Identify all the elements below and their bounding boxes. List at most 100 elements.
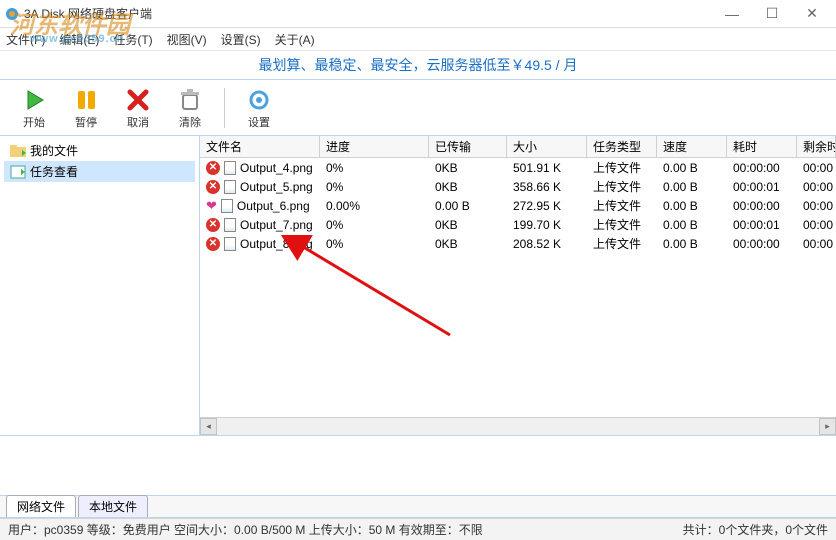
cell-time: 00:00:00 [727,199,797,213]
title-bar: 3A Disk 网络硬盘客户端 — ☐ ✕ [0,0,836,28]
menu-about[interactable]: 关于(A) [275,31,315,48]
folder-icon [10,143,26,159]
cell-speed: 0.00 B [657,218,727,232]
pause-button[interactable]: 暂停 [64,84,108,132]
cell-type: 上传文件 [587,159,657,176]
gear-icon [245,86,273,114]
col-time[interactable]: 耗时 [727,136,797,157]
cell-progress: 0% [320,180,429,194]
horizontal-scrollbar[interactable]: ◂ ▸ [200,417,836,435]
menu-edit[interactable]: 编辑(E) [59,31,99,48]
cell-time: 00:00:00 [727,161,797,175]
scroll-track[interactable] [217,418,819,435]
cell-speed: 0.00 B [657,180,727,194]
col-remain[interactable]: 剩余时 [797,136,836,157]
tab-local-files[interactable]: 本地文件 [78,495,148,517]
cell-remain: 00:00 [797,161,836,175]
trash-icon [176,86,204,114]
cell-transferred: 0KB [429,218,507,232]
menu-settings[interactable]: 设置(S) [221,31,261,48]
error-icon: ✕ [206,180,220,194]
menu-task[interactable]: 任务(T) [113,31,152,48]
status-left: 用户：pc0359 等级：免费用户 空间大小：0.00 B/500 M 上传大小… [8,521,483,538]
scroll-left-button[interactable]: ◂ [200,418,217,435]
cell-type: 上传文件 [587,235,657,252]
sidebar-item-myfiles[interactable]: 我的文件 [4,140,195,161]
table-row[interactable]: ❤Output_6.png0.00%0.00 B272.95 K上传文件0.00… [200,196,836,215]
error-icon: ✕ [206,161,220,175]
settings-button[interactable]: 设置 [237,84,281,132]
cell-size: 208.52 K [507,237,587,251]
cell-time: 00:00:01 [727,218,797,232]
cancel-button[interactable]: 取消 [116,84,160,132]
file-icon [224,237,236,251]
clear-button[interactable]: 清除 [168,84,212,132]
cell-filename: Output_8.png [240,237,313,251]
table-row[interactable]: ✕Output_8.png0%0KB208.52 K上传文件0.00 B00:0… [200,234,836,253]
bottom-tabs: 网络文件 本地文件 [0,496,836,518]
cell-transferred: 0KB [429,161,507,175]
minimize-button[interactable]: — [712,0,752,28]
cell-time: 00:00:01 [727,180,797,194]
cell-transferred: 0KB [429,237,507,251]
cell-time: 00:00:00 [727,237,797,251]
cell-remain: 00:00 [797,199,836,213]
cell-filename: Output_6.png [237,199,310,213]
cell-remain: 00:00 [797,180,836,194]
cell-type: 上传文件 [587,178,657,195]
menu-file[interactable]: 文件(F) [6,31,45,48]
play-icon [20,86,48,114]
cell-progress: 0% [320,161,429,175]
toolbar-separator [224,88,225,128]
cell-size: 358.66 K [507,180,587,194]
start-button[interactable]: 开始 [12,84,56,132]
cell-transferred: 0.00 B [429,199,507,213]
col-size[interactable]: 大小 [507,136,587,157]
cancel-icon [124,86,152,114]
table-row[interactable]: ✕Output_5.png0%0KB358.66 K上传文件0.00 B00:0… [200,177,836,196]
error-icon: ✕ [206,218,220,232]
file-icon [224,180,236,194]
cell-filename: Output_5.png [240,180,313,194]
status-bar: 用户：pc0359 等级：免费用户 空间大小：0.00 B/500 M 上传大小… [0,518,836,540]
col-filename[interactable]: 文件名 [200,136,320,157]
sidebar-item-label: 我的文件 [30,142,78,159]
app-icon [4,6,20,22]
menu-view[interactable]: 视图(V) [167,31,207,48]
cell-size: 272.95 K [507,199,587,213]
promo-banner[interactable]: 最划算、最稳定、最安全，云服务器低至￥49.5 / 月 [0,50,836,80]
maximize-button[interactable]: ☐ [752,0,792,28]
file-icon [224,161,236,175]
cell-progress: 0% [320,237,429,251]
file-icon [221,199,233,213]
toolbar: 开始 暂停 取消 清除 设置 [0,80,836,136]
sidebar-item-tasks[interactable]: 任务查看 [4,161,195,182]
col-type[interactable]: 任务类型 [587,136,657,157]
table-row[interactable]: ✕Output_7.png0%0KB199.70 K上传文件0.00 B00:0… [200,215,836,234]
cell-size: 199.70 K [507,218,587,232]
cell-size: 501.91 K [507,161,587,175]
cell-progress: 0.00% [320,199,429,213]
pause-icon [72,86,100,114]
cell-type: 上传文件 [587,216,657,233]
cell-filename: Output_7.png [240,218,313,232]
col-transferred[interactable]: 已传输 [429,136,507,157]
scroll-right-button[interactable]: ▸ [819,418,836,435]
col-progress[interactable]: 进度 [320,136,429,157]
cell-filename: Output_4.png [240,161,313,175]
close-button[interactable]: ✕ [792,0,832,28]
table-body: ✕Output_4.png0%0KB501.91 K上传文件0.00 B00:0… [200,158,836,417]
cell-speed: 0.00 B [657,199,727,213]
cell-remain: 00:00 [797,237,836,251]
heart-icon: ❤ [206,198,217,214]
col-speed[interactable]: 速度 [657,136,727,157]
file-icon [224,218,236,232]
status-right: 共计：0个文件夹，0个文件 [683,521,828,538]
table-row[interactable]: ✕Output_4.png0%0KB501.91 K上传文件0.00 B00:0… [200,158,836,177]
cell-type: 上传文件 [587,197,657,214]
tab-network-files[interactable]: 网络文件 [6,495,76,517]
menu-bar: 文件(F) 编辑(E) 任务(T) 视图(V) 设置(S) 关于(A) [0,28,836,50]
main-area: 我的文件 任务查看 文件名 进度 已传输 大小 任务类型 速度 耗时 剩余时 ✕… [0,136,836,436]
cell-speed: 0.00 B [657,237,727,251]
task-table: 文件名 进度 已传输 大小 任务类型 速度 耗时 剩余时 ✕ Output_4.p… [200,136,836,435]
